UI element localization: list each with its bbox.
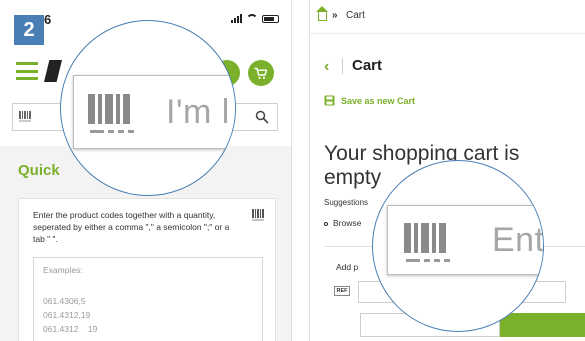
barcode-underline bbox=[406, 259, 450, 262]
battery-icon bbox=[262, 14, 279, 23]
zoomed-product-field: Ent bbox=[387, 205, 544, 275]
example-line: 061.4306,5 bbox=[43, 296, 86, 306]
zoomed-placeholder-text: I'm l bbox=[166, 93, 230, 131]
home-icon[interactable] bbox=[316, 6, 328, 21]
bullet-icon bbox=[324, 221, 328, 226]
wifi-icon bbox=[246, 14, 258, 23]
quick-order-title: Quick bbox=[18, 162, 60, 179]
product-codes-textarea[interactable]: Examples: 061.4306,5 061.4312,19 061.431… bbox=[33, 257, 263, 341]
quick-order-instructions: Enter the product codes together with a … bbox=[33, 210, 230, 244]
page-title: Cart bbox=[352, 57, 383, 74]
barcode-icon bbox=[88, 94, 130, 124]
add-to-cart-button[interactable] bbox=[500, 313, 585, 337]
signal-icon bbox=[231, 14, 242, 23]
step-badge: 2 bbox=[14, 15, 44, 45]
logo-icon bbox=[44, 60, 62, 82]
save-as-new-cart-label: Save as new Cart bbox=[341, 95, 416, 106]
breadcrumb-item-cart[interactable]: Cart bbox=[346, 10, 365, 21]
status-time: 6 bbox=[44, 12, 52, 27]
examples-title: Examples: bbox=[43, 265, 83, 275]
example-line: 061.4312,19 bbox=[43, 310, 91, 320]
hamburger-menu-icon[interactable] bbox=[16, 62, 38, 80]
zoomed-search-field: I'm l bbox=[73, 75, 235, 149]
save-icon bbox=[324, 95, 335, 106]
title-divider bbox=[342, 58, 343, 74]
barcode-icon[interactable] bbox=[252, 209, 265, 221]
examples-list: 061.4306,5 061.4312,19 061.4312 19 bbox=[43, 294, 97, 336]
save-as-new-cart-button[interactable]: Save as new Cart bbox=[324, 95, 415, 106]
status-icons bbox=[231, 14, 279, 23]
ref-badge: REF bbox=[334, 286, 350, 296]
breadcrumb: » Cart bbox=[310, 0, 585, 34]
zoomed-placeholder-text: Ent bbox=[492, 221, 544, 259]
barcode-icon bbox=[404, 223, 446, 253]
suggestion-item-browse[interactable]: Browse bbox=[324, 218, 361, 228]
chevron-left-icon[interactable]: ‹ bbox=[324, 58, 329, 76]
barcode-underline bbox=[90, 130, 134, 133]
barcode-icon[interactable] bbox=[19, 111, 31, 122]
suggestions-label: Suggestions bbox=[324, 198, 369, 207]
breadcrumb-separator: » bbox=[332, 10, 338, 21]
quick-order-card: Enter the product codes together with a … bbox=[18, 198, 276, 341]
browse-text: Browse bbox=[333, 218, 362, 228]
cart-icon[interactable] bbox=[248, 60, 274, 86]
search-icon[interactable] bbox=[255, 110, 269, 124]
example-line: 061.4312 19 bbox=[43, 324, 98, 334]
magnifier-lens-left: I'm l bbox=[60, 20, 236, 196]
magnifier-lens-right: Ent bbox=[372, 160, 544, 332]
add-product-label: Add p bbox=[336, 262, 359, 272]
